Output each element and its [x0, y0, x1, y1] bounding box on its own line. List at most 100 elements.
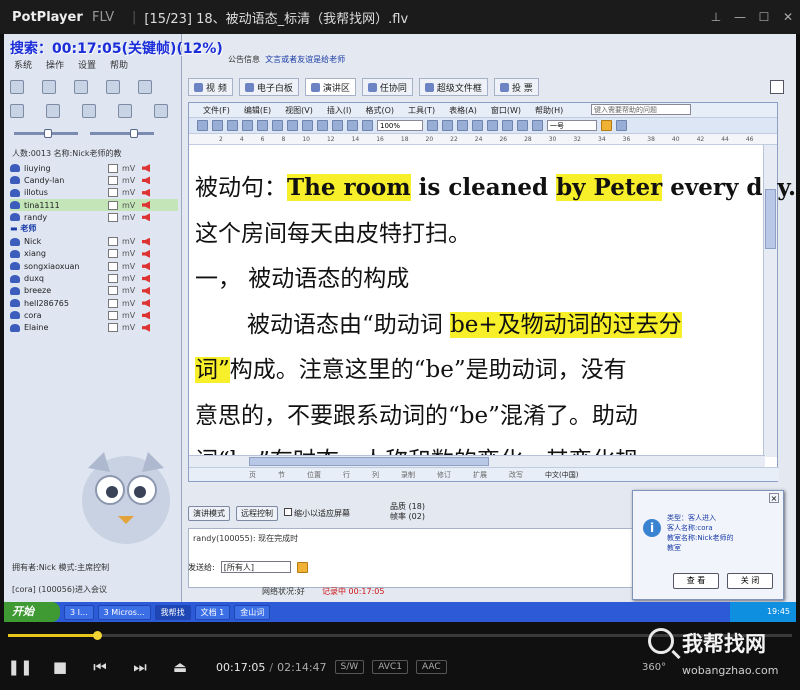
list-item[interactable]: illotus mV: [10, 187, 178, 199]
popup-close-button[interactable]: 关 闭: [727, 573, 773, 589]
doc-vertical-scrollbar[interactable]: [763, 145, 777, 457]
taskbar-item[interactable]: 3 Micros...: [97, 604, 151, 620]
doc-menu-window[interactable]: 窗口(W): [491, 105, 521, 116]
zoom-select[interactable]: 100%: [377, 120, 423, 131]
bold-icon[interactable]: [442, 120, 453, 131]
taskbar-item[interactable]: 文档 1: [194, 604, 231, 620]
tab-lecture[interactable]: 演讲区: [304, 78, 356, 96]
doc-menu-tools[interactable]: 工具(T): [408, 105, 435, 116]
eject-button[interactable]: ⏏: [160, 647, 200, 687]
camera-icon[interactable]: [74, 80, 88, 94]
list-item-selected[interactable]: tina1111 mV: [10, 198, 178, 212]
preview-icon[interactable]: [257, 120, 268, 131]
align-center-icon[interactable]: [502, 120, 513, 131]
pin-icon[interactable]: ⊥: [704, 10, 728, 24]
user-icon[interactable]: [46, 104, 60, 118]
next-button[interactable]: ⏭: [120, 647, 160, 687]
help-icon[interactable]: [427, 120, 438, 131]
settings-icon[interactable]: [106, 80, 120, 94]
tab-collab[interactable]: 任协同: [361, 78, 413, 96]
view-button[interactable]: 查 看: [673, 573, 719, 589]
close-button[interactable]: ✕: [776, 10, 800, 24]
redo-icon[interactable]: [347, 120, 358, 131]
align-left-icon[interactable]: [487, 120, 498, 131]
copy-icon[interactable]: [302, 120, 313, 131]
list-item[interactable]: Candy-lan mV: [10, 174, 178, 186]
doc-menu-help[interactable]: 帮助(H): [535, 105, 563, 116]
cut-icon[interactable]: [287, 120, 298, 131]
word-document[interactable]: 文件(F) 编辑(E) 视图(V) 插入(I) 格式(O) 工具(T) 表格(A…: [188, 102, 796, 482]
start-button[interactable]: 开始: [4, 602, 60, 622]
paste-icon[interactable]: [317, 120, 328, 131]
list-item[interactable]: randy mV: [10, 211, 178, 223]
table-icon[interactable]: [362, 120, 373, 131]
close-icon[interactable]: ×: [769, 493, 779, 503]
tools-icon[interactable]: [118, 104, 132, 118]
undo-icon[interactable]: [332, 120, 343, 131]
lecture-mode-button[interactable]: 演讲模式: [188, 505, 230, 521]
tab-filebox[interactable]: 超级文件框: [418, 78, 488, 96]
send-icon[interactable]: [296, 561, 308, 573]
list-icon[interactable]: [532, 120, 543, 131]
seek-handle[interactable]: [93, 631, 102, 640]
remote-control-button[interactable]: 远程控制: [236, 505, 278, 521]
list-item[interactable]: Nick mV: [10, 235, 178, 247]
tab-video[interactable]: 视 频: [188, 78, 233, 96]
align-right-icon[interactable]: [517, 120, 528, 131]
doc-menu-edit[interactable]: 编辑(E): [244, 105, 271, 116]
doc-menu-file[interactable]: 文件(F): [203, 105, 230, 116]
menu-settings[interactable]: 设置: [78, 58, 96, 72]
doc-menu-table[interactable]: 表格(A): [449, 105, 477, 116]
list-item[interactable]: liuying mV: [10, 162, 178, 174]
save-icon[interactable]: [227, 120, 238, 131]
open-icon[interactable]: [212, 120, 223, 131]
video-frame[interactable]: 搜索：00:17:05(关键帧)(12%) 系统 操作 设置 帮助 人数:001…: [4, 34, 796, 622]
group-header-teacher[interactable]: ▬ 老师: [10, 223, 178, 235]
render-tag[interactable]: S/W: [334, 660, 365, 674]
doc-menu-insert[interactable]: 插入(I): [327, 105, 352, 116]
list-item[interactable]: xiang mV: [10, 248, 178, 260]
menu-system[interactable]: 系统: [14, 58, 32, 72]
print-icon[interactable]: [242, 120, 253, 131]
taskbar-item[interactable]: 金山词: [234, 604, 271, 620]
stop-icon[interactable]: [616, 120, 627, 131]
maximize-button[interactable]: ☐: [752, 10, 776, 24]
previous-button[interactable]: ⏮: [80, 647, 120, 687]
stop-button[interactable]: ■: [40, 647, 80, 687]
list-item[interactable]: songxiaoxuan mV: [10, 260, 178, 272]
menu-help[interactable]: 帮助: [110, 58, 128, 72]
minimize-button[interactable]: —: [728, 10, 752, 24]
doc-menu-format[interactable]: 格式(O): [365, 105, 394, 116]
pause-button[interactable]: ❚❚: [0, 647, 40, 687]
mic-icon[interactable]: [82, 104, 96, 118]
underline-icon[interactable]: [472, 120, 483, 131]
taskbar-item[interactable]: 3 I...: [64, 604, 94, 620]
menu-operate[interactable]: 操作: [46, 58, 64, 72]
doc-menu-view[interactable]: 视图(V): [285, 105, 313, 116]
list-item[interactable]: duxq mV: [10, 272, 178, 284]
video-codec-tag[interactable]: AVC1: [372, 660, 408, 674]
layout-icon[interactable]: [10, 80, 24, 94]
app-name[interactable]: PotPlayer: [0, 10, 92, 25]
layout-grid-icon[interactable]: [770, 80, 784, 94]
doc-horizontal-scrollbar[interactable]: [189, 455, 765, 467]
document-body[interactable]: 被动句：The room is cleaned by Peter every d…: [189, 159, 796, 474]
list-item[interactable]: Elaine mV: [10, 322, 178, 334]
font-size-select[interactable]: 一号: [547, 120, 597, 131]
send-target-select[interactable]: [所有人]: [220, 561, 291, 573]
help-search-input[interactable]: 键入需要帮助的问题: [591, 104, 691, 115]
audio-codec-tag[interactable]: AAC: [415, 660, 447, 674]
spell-icon[interactable]: [272, 120, 283, 131]
hand-icon[interactable]: [42, 80, 56, 94]
italic-icon[interactable]: [457, 120, 468, 131]
speaker-icon[interactable]: [154, 104, 168, 118]
fit-screen-checkbox[interactable]: 缩小以适应屏幕: [284, 507, 350, 519]
exit-icon[interactable]: [138, 80, 152, 94]
mic-volume-slider[interactable]: [14, 128, 78, 138]
list-item[interactable]: cora mV: [10, 309, 178, 321]
speaker-volume-slider[interactable]: [90, 128, 154, 138]
pause-icon[interactable]: [601, 120, 612, 131]
new-icon[interactable]: [197, 120, 208, 131]
taskbar-item[interactable]: 我帮找: [154, 604, 191, 620]
tab-whiteboard[interactable]: 电子白板: [238, 78, 299, 96]
